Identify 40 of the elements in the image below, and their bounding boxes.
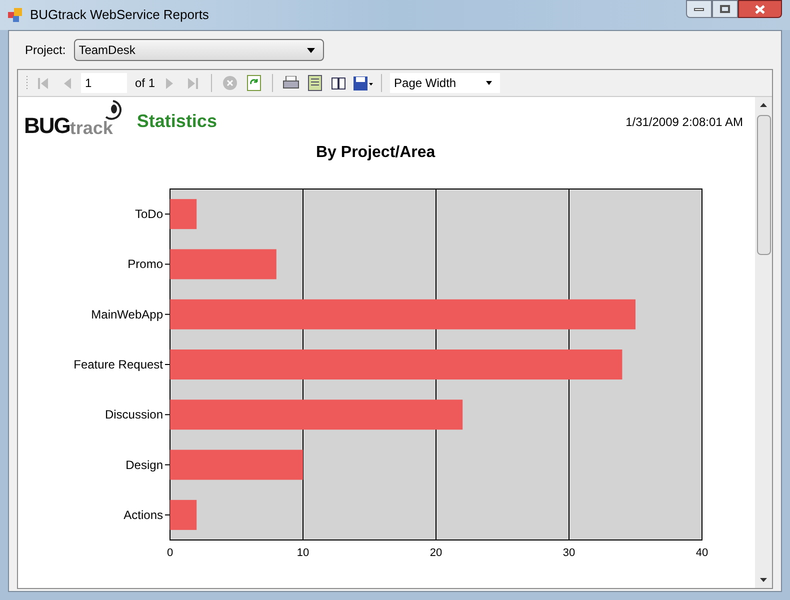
axis-category-label: ToDo bbox=[134, 207, 163, 222]
axis-category-label: Promo bbox=[128, 257, 163, 272]
maximize-button[interactable] bbox=[712, 0, 738, 18]
dropdown-arrow-icon bbox=[306, 48, 315, 52]
app-icon bbox=[8, 8, 22, 22]
scroll-up-icon bbox=[760, 103, 767, 107]
axis-category-label: Feature Request bbox=[74, 358, 163, 372]
minimize-button[interactable] bbox=[686, 0, 712, 18]
axis-category-label: Design bbox=[126, 458, 163, 472]
scroll-down-icon bbox=[760, 578, 767, 582]
axis-tick-label: 20 bbox=[430, 547, 442, 559]
window-title: BUGtrack WebService Reports bbox=[30, 6, 209, 24]
close-icon bbox=[755, 4, 765, 14]
axis-tick-label: 10 bbox=[296, 547, 310, 559]
axis-tick-label: 0 bbox=[166, 547, 174, 559]
report-timestamp: 1/31/2009 2:08:01 AM bbox=[626, 114, 743, 131]
first-page-icon bbox=[38, 78, 48, 88]
close-button[interactable] bbox=[738, 0, 782, 18]
bar bbox=[170, 199, 197, 230]
grip-icon bbox=[26, 75, 29, 91]
scrollbar-thumb[interactable] bbox=[756, 115, 770, 255]
bar bbox=[170, 500, 197, 530]
axis-category-label: MainWebApp bbox=[91, 307, 163, 322]
chart-title: By Project/Area bbox=[316, 143, 436, 163]
dropdown-arrow-icon bbox=[486, 81, 492, 85]
axis-category-label: Discussion bbox=[104, 408, 163, 422]
bugtrack-logo: BUGtrack bbox=[24, 99, 125, 137]
last-page-icon bbox=[188, 78, 198, 88]
axis-tick-label: 40 bbox=[696, 547, 708, 559]
next-icon bbox=[166, 78, 173, 88]
axis-category-label: Actions bbox=[124, 508, 163, 522]
vertical-scrollbar[interactable] bbox=[755, 97, 772, 588]
page-field[interactable]: 1 bbox=[81, 73, 127, 93]
axis-tick-label: 30 bbox=[562, 547, 576, 559]
report-title: Statistics bbox=[136, 110, 217, 133]
project-dropdown[interactable]: TeamDesk bbox=[74, 39, 324, 61]
previous-icon bbox=[64, 78, 70, 88]
zoom-dropdown[interactable]: Page Width bbox=[390, 73, 500, 93]
page-count-label: of 1 bbox=[135, 75, 156, 92]
project-label: Project: bbox=[25, 42, 66, 59]
